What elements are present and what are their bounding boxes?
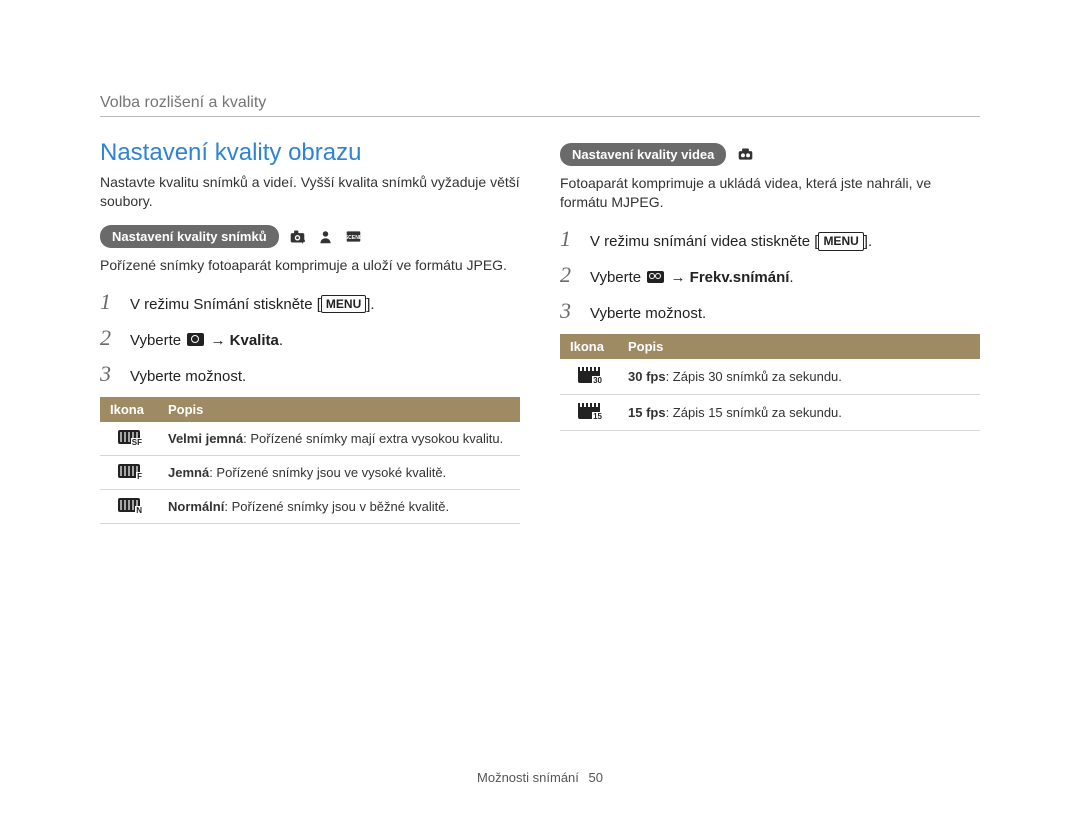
table-cell-desc: 30 fps: Zápis 30 snímků za sekundu.	[618, 359, 980, 395]
quality-icon-normal: N	[100, 489, 158, 523]
svg-text:P: P	[302, 239, 306, 245]
step-number: 3	[100, 361, 118, 387]
step-3: 3 Vyberte možnost.	[560, 298, 980, 324]
quality-icon-superfine: SF	[100, 422, 158, 456]
step-3: 3 Vyberte možnost.	[100, 361, 520, 387]
menu-button-icon: MENU	[818, 232, 863, 251]
step-1: 1 V režimu Snímání stiskněte [MENU].	[100, 289, 520, 315]
row-bold: 15 fps	[628, 405, 666, 420]
step-text: V režimu Snímání stiskněte [MENU].	[130, 294, 375, 315]
step-1: 1 V režimu snímání videa stiskněte [MENU…	[560, 226, 980, 252]
row-bold: Velmi jemná	[168, 431, 243, 446]
right-column: Nastavení kvality videa Fotoaparát kompr…	[560, 139, 980, 524]
step1-post: ].	[366, 296, 374, 313]
portrait-mode-icon	[317, 227, 335, 245]
table-header-icon: Ikona	[560, 334, 618, 359]
step2-bold: Frekv.snímání	[690, 269, 790, 286]
step-number: 2	[100, 325, 118, 351]
section-heading: Nastavení kvality obrazu	[100, 139, 520, 167]
video-subtext: Fotoaparát komprimuje a ukládá videa, kt…	[560, 174, 980, 212]
video-steps: 1 V režimu snímání videa stiskněte [MENU…	[560, 226, 980, 324]
divider	[100, 116, 980, 117]
row-bold: Jemná	[168, 465, 209, 480]
table-cell-desc: 15 fps: Zápis 15 snímků za sekundu.	[618, 394, 980, 430]
camera-mode-icon: P	[289, 227, 307, 245]
page-footer: Možnosti snímání 50	[0, 770, 1080, 785]
row-rest: : Zápis 30 snímků za sekundu.	[666, 369, 842, 384]
step2-post: .	[789, 269, 793, 286]
table-cell-desc: Normální: Pořízené snímky jsou v běžné k…	[158, 489, 520, 523]
table-row: 30 30 fps: Zápis 30 snímků za sekundu.	[560, 359, 980, 395]
table-row: N Normální: Pořízené snímky jsou v běžné…	[100, 489, 520, 523]
step-number: 2	[560, 262, 578, 288]
row-rest: : Zápis 15 snímků za sekundu.	[666, 405, 842, 420]
photo-subtext: Pořízené snímky fotoaparát komprimuje a …	[100, 256, 520, 275]
step-text: Vyberte → Frekv.snímání.	[590, 267, 794, 288]
svg-text:SCENE: SCENE	[345, 235, 362, 241]
pill-video-quality: Nastavení kvality videa	[560, 143, 726, 166]
pill-photo-quality: Nastavení kvality snímků	[100, 225, 279, 248]
arrow-icon: →	[666, 269, 689, 286]
table-header-desc: Popis	[618, 334, 980, 359]
content-columns: Nastavení kvality obrazu Nastavte kvalit…	[100, 139, 980, 524]
step-text: V režimu snímání videa stiskněte [MENU].	[590, 231, 872, 252]
row-rest: : Pořízené snímky mají extra vysokou kva…	[243, 431, 503, 446]
breadcrumb: Volba rozlišení a kvality	[100, 94, 980, 112]
page-number: 50	[589, 770, 603, 785]
step-number: 1	[100, 289, 118, 315]
video-icon	[647, 271, 664, 283]
footer-section: Možnosti snímání	[477, 770, 579, 785]
left-column: Nastavení kvality obrazu Nastavte kvalit…	[100, 139, 520, 524]
table-row: SF Velmi jemná: Pořízené snímky mají ext…	[100, 422, 520, 456]
step1-pre: V režimu snímání videa stiskněte [	[590, 233, 818, 250]
table-header-icon: Ikona	[100, 397, 158, 422]
row-rest: : Pořízené snímky jsou v běžné kvalitě.	[224, 499, 449, 514]
step-text: Vyberte možnost.	[590, 303, 706, 324]
step-text: Vyberte možnost.	[130, 366, 246, 387]
table-row: F Jemná: Pořízené snímky jsou ve vysoké …	[100, 455, 520, 489]
step-number: 1	[560, 226, 578, 252]
intro-text: Nastavte kvalitu snímků a videí. Vyšší k…	[100, 173, 520, 211]
camera-icon	[187, 333, 204, 346]
table-cell-desc: Velmi jemná: Pořízené snímky mají extra …	[158, 422, 520, 456]
row-rest: : Pořízené snímky jsou ve vysoké kvalitě…	[209, 465, 446, 480]
step-number: 3	[560, 298, 578, 324]
step-2: 2 Vyberte → Kvalita.	[100, 325, 520, 351]
step2-post: .	[279, 332, 283, 349]
photo-quality-table: Ikona Popis SF Velmi jemná: Pořízené sní…	[100, 397, 520, 524]
step-text: Vyberte → Kvalita.	[130, 330, 283, 351]
step2-pre: Vyberte	[130, 332, 185, 349]
arrow-icon: →	[206, 332, 229, 349]
photo-steps: 1 V režimu Snímání stiskněte [MENU]. 2 V…	[100, 289, 520, 387]
menu-button-icon: MENU	[321, 295, 366, 314]
video-fps-table: Ikona Popis 30 30 fps: Zápis 30 snímků z…	[560, 334, 980, 431]
quality-icon-fine: F	[100, 455, 158, 489]
pill-row-photo: Nastavení kvality snímků P SCENE	[100, 225, 520, 248]
table-row: 15 15 fps: Zápis 15 snímků za sekundu.	[560, 394, 980, 430]
page: Volba rozlišení a kvality Nastavení kval…	[0, 0, 1080, 815]
step1-post: ].	[864, 233, 872, 250]
fps-icon-15: 15	[560, 394, 618, 430]
step1-pre: V režimu Snímání stiskněte [	[130, 296, 321, 313]
step2-bold: Kvalita	[230, 332, 279, 349]
step2-pre: Vyberte	[590, 269, 645, 286]
scene-mode-icon: SCENE	[345, 227, 363, 245]
row-bold: 30 fps	[628, 369, 666, 384]
table-cell-desc: Jemná: Pořízené snímky jsou ve vysoké kv…	[158, 455, 520, 489]
fps-icon-30: 30	[560, 359, 618, 395]
video-mode-icon	[736, 146, 754, 164]
step-2: 2 Vyberte → Frekv.snímání.	[560, 262, 980, 288]
pill-row-video: Nastavení kvality videa	[560, 143, 980, 166]
row-bold: Normální	[168, 499, 224, 514]
table-header-desc: Popis	[158, 397, 520, 422]
